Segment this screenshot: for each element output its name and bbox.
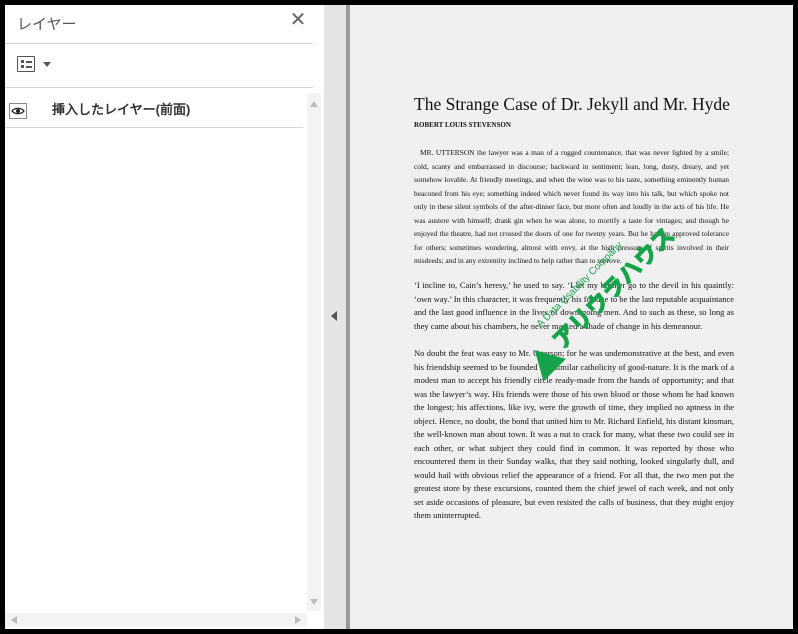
panel-splitter[interactable]	[324, 5, 346, 629]
close-icon[interactable]: ✕	[289, 10, 307, 30]
scroll-down-icon[interactable]	[310, 599, 318, 605]
horizontal-scrollbar[interactable]	[5, 613, 307, 627]
divider	[5, 87, 313, 88]
collapse-panel-button[interactable]	[330, 308, 340, 324]
chevron-left-icon	[331, 311, 337, 321]
vertical-scrollbar[interactable]	[307, 93, 321, 611]
scroll-right-icon[interactable]	[295, 616, 301, 624]
layers-panel: レイヤー ✕ 挿入したレイヤー(前面)	[5, 5, 324, 629]
scroll-up-icon[interactable]	[310, 101, 318, 107]
paragraph: No doubt the feat was easy to Mr. Utters…	[414, 348, 734, 520]
chevron-down-icon	[43, 62, 51, 67]
divider	[5, 43, 313, 44]
layer-row[interactable]: 挿入したレイヤー(前面)	[5, 93, 307, 127]
document-title: The Strange Case of Dr. Jekyll and Mr. H…	[414, 94, 730, 114]
layer-label: 挿入したレイヤー(前面)	[52, 102, 191, 117]
visibility-toggle[interactable]	[9, 103, 27, 119]
scroll-left-icon[interactable]	[11, 616, 17, 624]
document-author: ROBERT LOUIS STEVENSON	[414, 121, 511, 129]
paragraph: MR. UTTERSON the lawyer was a man of a r…	[414, 148, 729, 265]
list-options-icon	[17, 56, 35, 72]
paragraph: ‘I incline to, Cain’s heresy,’ he used t…	[414, 280, 734, 331]
layer-options-button[interactable]	[17, 56, 57, 76]
eye-icon	[11, 107, 25, 115]
app-window: レイヤー ✕ 挿入したレイヤー(前面) The Strange Case of …	[5, 5, 793, 629]
document-view: The Strange Case of Dr. Jekyll and Mr. H…	[350, 5, 793, 629]
divider	[5, 127, 303, 128]
panel-title: レイヤー	[17, 16, 77, 33]
